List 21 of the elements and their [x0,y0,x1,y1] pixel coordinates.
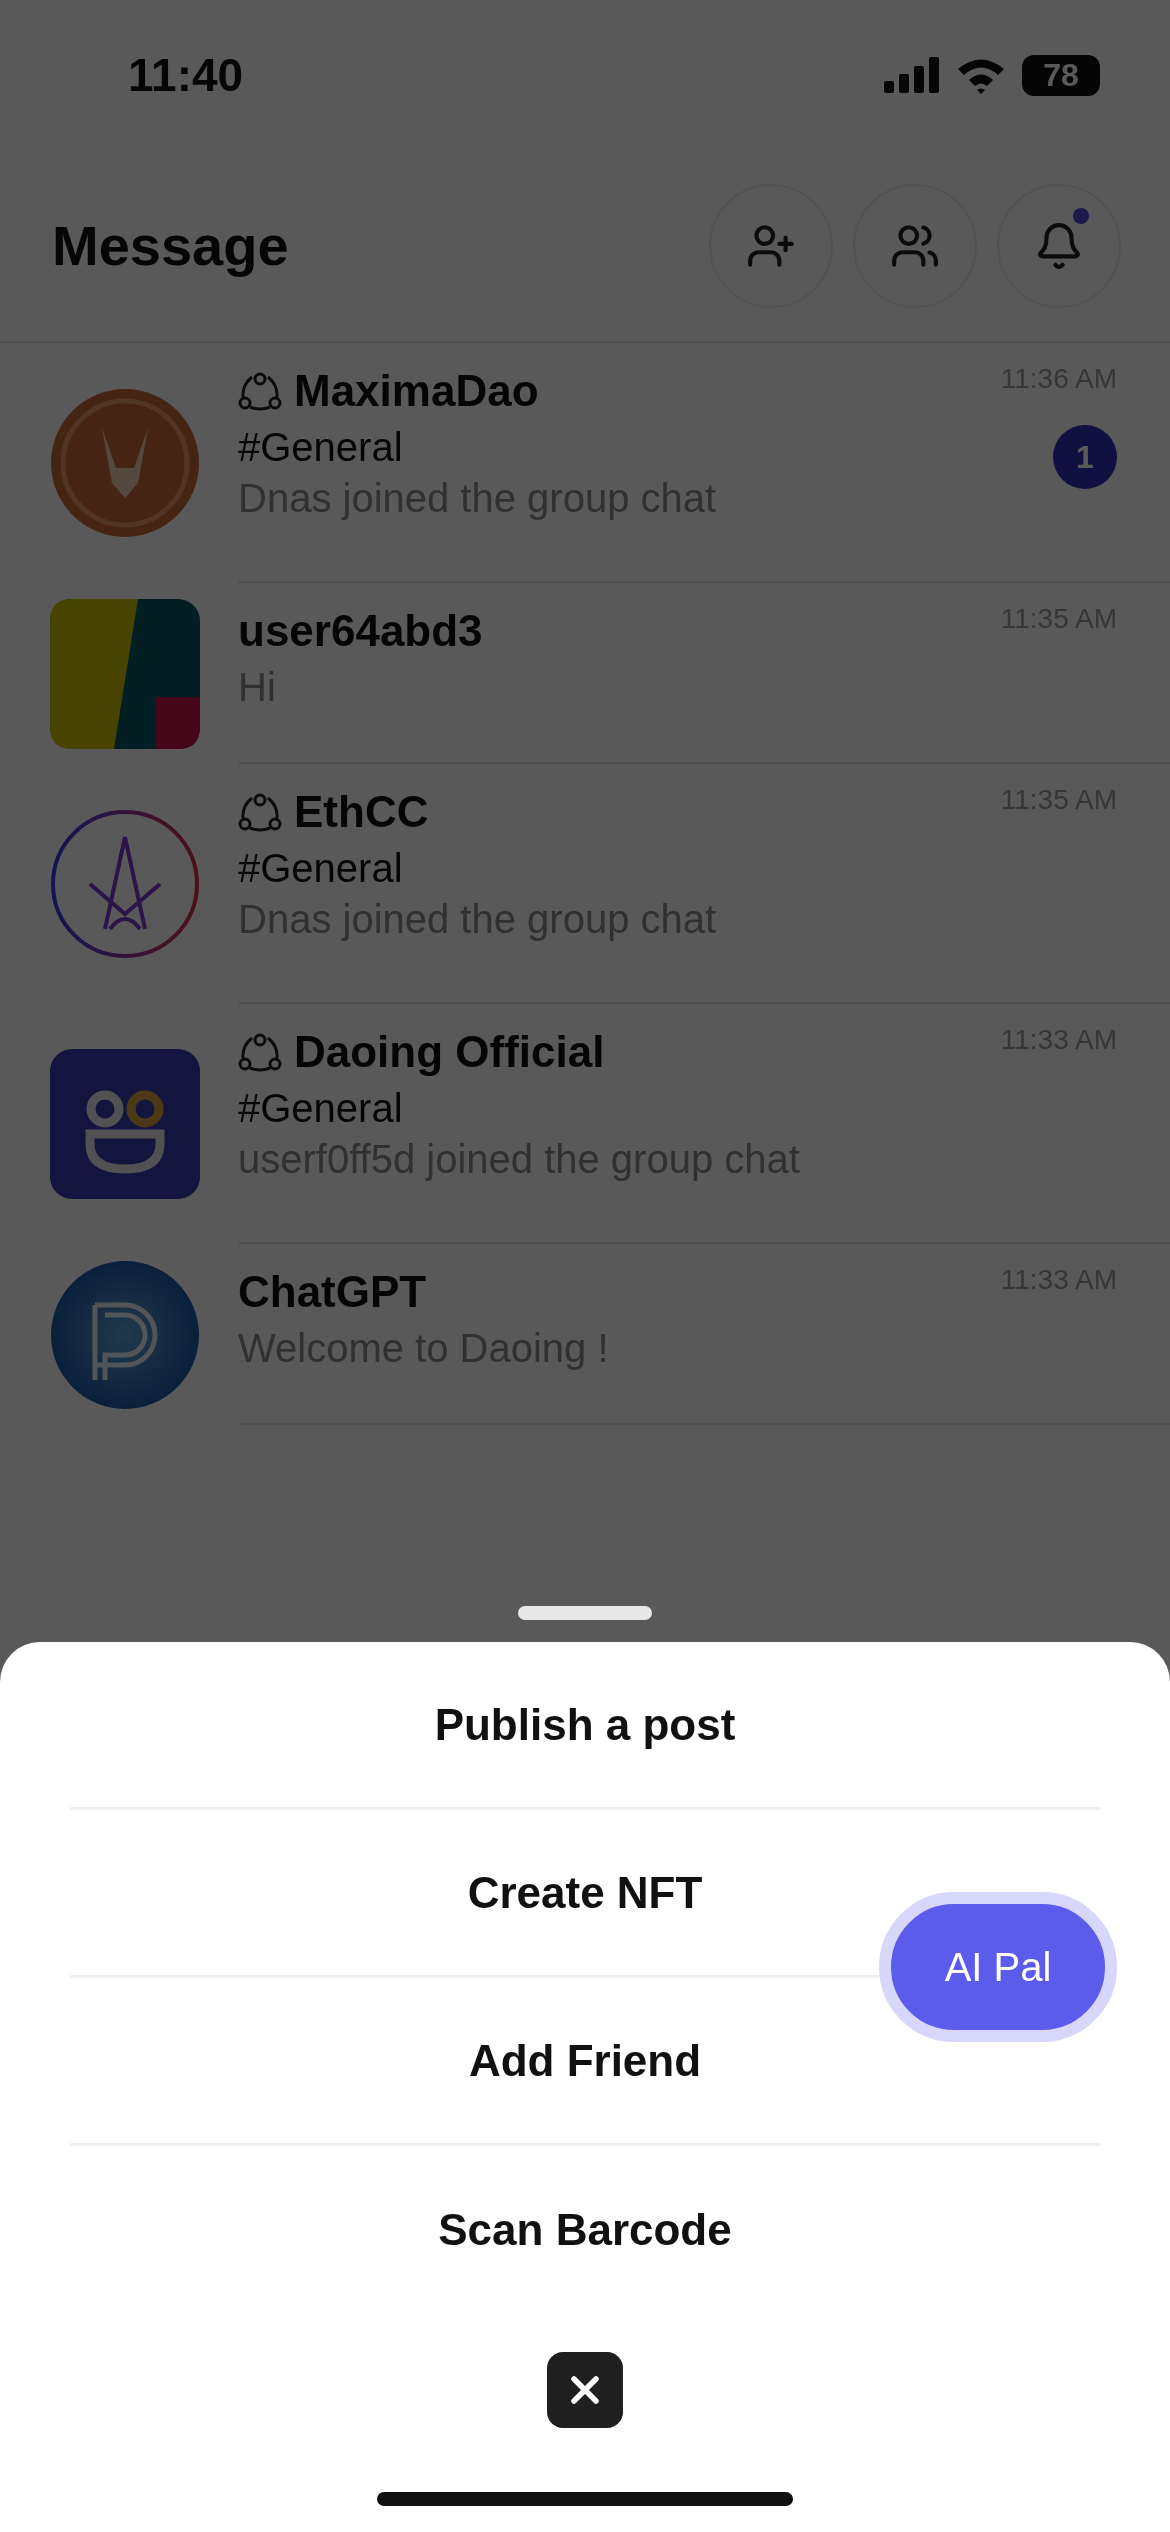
group-icon [238,792,282,832]
chat-channel: #General [238,425,404,470]
sheet-action[interactable]: Publish a post [70,1642,1100,1810]
chat-name: Daoing Official [294,1027,605,1077]
sheet-action[interactable]: Scan Barcode [70,2146,1100,2314]
group-icon [238,1032,282,1072]
chat-channel: #General [238,846,404,891]
sheet-handle[interactable] [518,1606,652,1620]
page-title: Message [52,213,289,278]
chat-channel: #General [238,1086,404,1131]
chat-name: user64abd3 [238,606,483,656]
group-icon [238,371,282,411]
chat-name: EthCC [294,787,429,837]
chat-name: ChatGPT [238,1267,427,1317]
signal-icon [884,57,940,93]
battery-level: 78 [1022,54,1100,96]
chat-name: MaximaDao [294,366,539,416]
close-button[interactable] [547,2352,623,2428]
unread-count: 1 [1053,425,1117,489]
ai-pal-button[interactable]: AI Pal [879,1892,1117,2042]
status-time: 11:40 [128,48,244,102]
